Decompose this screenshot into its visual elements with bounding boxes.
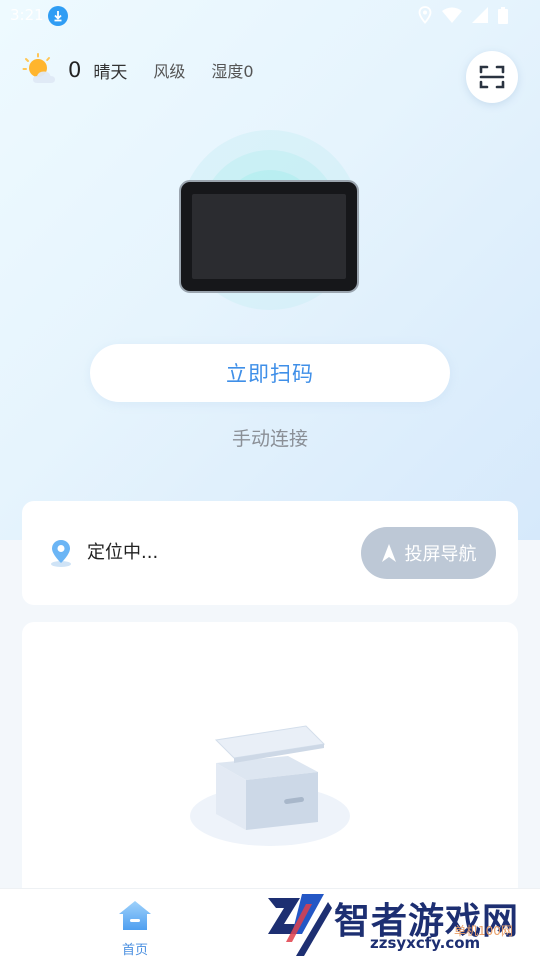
signal-icon	[472, 7, 488, 23]
location-card: 定位中... 投屏导航	[22, 501, 518, 605]
cast-navigation-label: 投屏导航	[404, 544, 477, 565]
battery-icon	[498, 6, 508, 24]
location-status: 定位中...	[87, 542, 159, 563]
weather-bar: 0 晴天 风级 湿度0	[22, 52, 280, 88]
weather-condition: 晴天	[93, 62, 128, 83]
humidity: 湿度0	[211, 62, 254, 81]
manual-connect-link[interactable]: 手动连接	[0, 424, 540, 451]
status-bar: 3:21	[0, 0, 540, 32]
home-icon	[119, 901, 151, 930]
location-status-icon	[418, 6, 432, 24]
empty-state-card	[22, 622, 518, 922]
empty-box-illustration	[188, 718, 352, 852]
scan-now-button[interactable]: 立即扫码	[90, 344, 450, 402]
scan-frame-icon	[479, 65, 505, 89]
temperature: 0	[68, 58, 82, 82]
watermark: 智者游戏网 单机100网 zzsyxcfy.com	[258, 890, 540, 960]
status-time: 3:21	[10, 6, 44, 24]
location-pin-icon	[48, 538, 74, 572]
nav-item-home[interactable]: 首页	[105, 899, 165, 958]
download-icon	[48, 6, 68, 26]
wifi-icon	[442, 7, 462, 23]
watermark-logo-icon	[268, 894, 332, 956]
cast-navigation-button[interactable]: 投屏导航	[361, 527, 496, 579]
device-illustration	[170, 120, 370, 320]
nav-home-label: 首页	[121, 943, 148, 958]
wind-level: 风级	[153, 62, 186, 81]
status-icons	[418, 6, 508, 24]
app-screen: 3:21 0 晴天 风级 湿度0 立即扫码 手动连接 定位中... 投屏导航 首…	[0, 0, 540, 960]
partly-sunny-icon	[22, 53, 60, 87]
navigation-arrow-icon	[381, 544, 396, 562]
scan-shortcut-button[interactable]	[466, 51, 518, 103]
watermark-subtitle: zzsyxcfy.com	[370, 934, 481, 952]
